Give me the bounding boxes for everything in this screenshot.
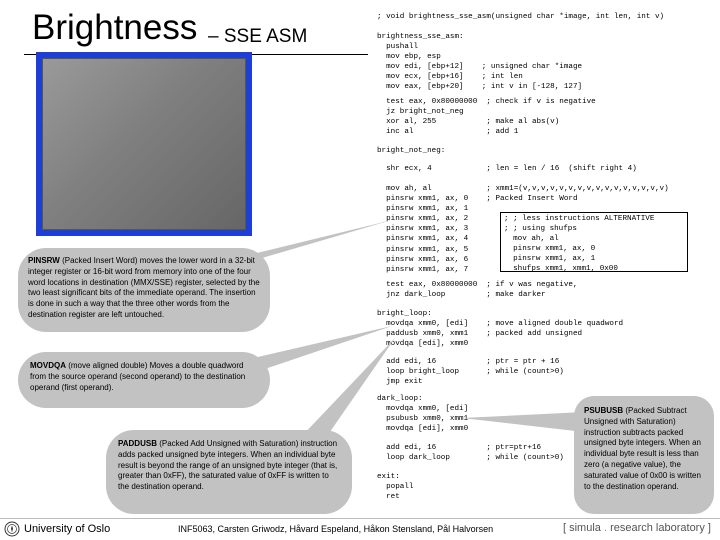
movdqa-callout: MOVDQA (move aligned double) Moves a dou… [18,352,270,408]
paddusb-term: PADDUSB [118,439,157,448]
simula-logo: [ simula . research laboratory ] [563,522,711,534]
course-authors: INF5063, Carsten Griwodz, Håvard Espelan… [178,524,494,534]
university-seal-icon [4,521,20,537]
psubusb-callout-pointer [462,412,584,432]
simula-logo-right: research laboratory ] [610,522,711,534]
footer-divider [0,518,720,519]
pinsrw-term: PINSRW [28,256,60,265]
psubusb-term: PSUBUSB [584,406,624,415]
psubusb-callout: PSUBUSB (Packed Subtract Unsigned with S… [574,396,714,514]
simula-logo-dot: . [600,522,611,534]
psubusb-description: (Packed Subtract Unsigned with Saturatio… [584,406,701,491]
pinsrw-callout: PINSRW (Packed Insert Word) moves the lo… [18,248,270,332]
movdqa-term: MOVDQA [30,361,66,370]
pinsrw-description: (Packed Insert Word) moves the lower wor… [28,256,260,319]
paddusb-callout: PADDUSB (Packed Add Unsigned with Satura… [106,430,352,514]
university-name: University of Oslo [24,523,111,535]
simula-logo-left: [ simula [563,522,601,534]
